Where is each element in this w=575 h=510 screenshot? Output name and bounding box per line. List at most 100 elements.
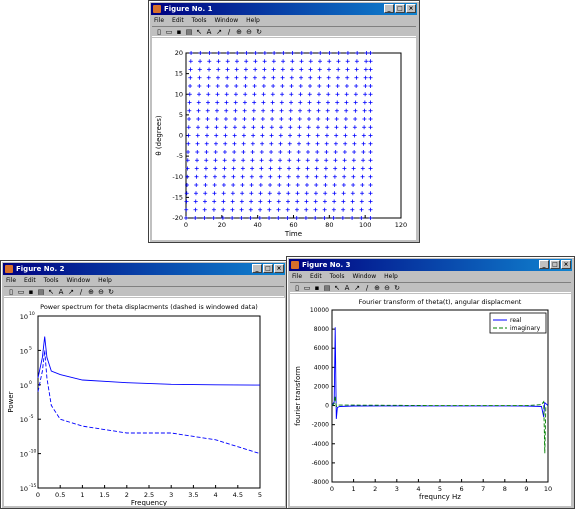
- figure-1-titlebar[interactable]: Figure No. 1 _ □ ×: [151, 3, 417, 15]
- menu-window[interactable]: Window: [352, 272, 376, 281]
- maximize-button[interactable]: □: [395, 4, 405, 13]
- figure-3-titlebar[interactable]: Figure No. 3 _ □ ×: [289, 259, 572, 271]
- x-tick-label: 2: [373, 485, 377, 493]
- insert-arrow-icon[interactable]: ↗: [353, 284, 361, 292]
- figure-2-plot: Power spectrum for theta displacments (d…: [7, 303, 262, 507]
- save-icon[interactable]: ▪: [27, 288, 35, 296]
- y-tick-label: 5: [179, 111, 183, 119]
- y-tick-exponent: 10: [29, 311, 35, 317]
- y-tick-label: -4000: [312, 441, 330, 448]
- axes-box: [331, 309, 549, 483]
- x-tick-label: 3: [169, 491, 173, 499]
- y-tick-label: 10: [20, 347, 28, 355]
- figure-1-canvas: 0 20 40 60 80 100 120 20 15 10 5 0 -5 -10 -15 -20 Time θ …: [152, 38, 416, 240]
- new-figure-icon[interactable]: ▯: [293, 284, 301, 292]
- figure-3-window[interactable]: Figure No. 3 _ □ × File Edit Tools Windo…: [286, 256, 575, 509]
- x-axis-label: Time: [284, 230, 302, 238]
- figure-2-titlebar[interactable]: Figure No. 2 _ □ ×: [3, 263, 285, 275]
- close-button[interactable]: ×: [274, 264, 284, 273]
- save-icon[interactable]: ▪: [175, 28, 183, 36]
- select-arrow-icon[interactable]: ↖: [333, 284, 341, 292]
- x-tick-label: 5: [438, 485, 442, 493]
- y-axis-label: fourier transform: [294, 366, 302, 426]
- open-icon[interactable]: ▭: [165, 28, 173, 36]
- insert-line-icon[interactable]: /: [77, 288, 85, 296]
- print-icon[interactable]: ▤: [37, 288, 45, 296]
- insert-arrow-icon[interactable]: ↗: [67, 288, 75, 296]
- new-figure-icon[interactable]: ▯: [7, 288, 15, 296]
- y-tick-label: 10000: [310, 307, 329, 314]
- figure-1-plot: 0 20 40 60 80 100 120 20 15 10 5 0 -5 -10 -15 -20 Time θ …: [155, 49, 407, 238]
- menu-help[interactable]: Help: [246, 16, 260, 25]
- x-tick-label: 8: [503, 485, 507, 493]
- print-icon[interactable]: ▤: [185, 28, 193, 36]
- y-tick-label: -10: [172, 173, 183, 181]
- insert-arrow-icon[interactable]: ↗: [215, 28, 223, 36]
- minimize-button[interactable]: _: [384, 4, 394, 13]
- y-tick-label: 10: [20, 416, 28, 424]
- menu-tools[interactable]: Tools: [44, 276, 59, 285]
- menu-edit[interactable]: Edit: [310, 272, 322, 281]
- print-icon[interactable]: ▤: [323, 284, 331, 292]
- zoom-in-icon[interactable]: ⊕: [373, 284, 381, 292]
- x-tick-label: 0: [36, 491, 40, 499]
- figure-1-window[interactable]: Figure No. 1 _ □ × File Edit Tools Windo…: [148, 0, 420, 243]
- y-tick-label: 0: [325, 403, 329, 410]
- open-icon[interactable]: ▭: [17, 288, 25, 296]
- menu-edit[interactable]: Edit: [172, 16, 184, 25]
- menu-help[interactable]: Help: [98, 276, 112, 285]
- select-arrow-icon[interactable]: ↖: [195, 28, 203, 36]
- x-tick-label: 1.5: [99, 491, 109, 499]
- zoom-in-icon[interactable]: ⊕: [235, 28, 243, 36]
- x-tick-label: 2: [125, 491, 129, 499]
- y-axis-label: Power: [7, 391, 15, 412]
- menu-file[interactable]: File: [154, 16, 164, 25]
- x-tick-label: 9: [524, 485, 528, 493]
- rotate-icon[interactable]: ↻: [107, 288, 115, 296]
- zoom-out-icon[interactable]: ⊖: [383, 284, 391, 292]
- insert-text-icon[interactable]: A: [343, 284, 351, 292]
- select-arrow-icon[interactable]: ↖: [47, 288, 55, 296]
- zoom-out-icon[interactable]: ⊖: [97, 288, 105, 296]
- x-axis-label: frequncy Hz: [419, 493, 461, 501]
- zoom-in-icon[interactable]: ⊕: [87, 288, 95, 296]
- menu-file[interactable]: File: [292, 272, 302, 281]
- insert-line-icon[interactable]: /: [363, 284, 371, 292]
- insert-line-icon[interactable]: /: [225, 28, 233, 36]
- maximize-button[interactable]: □: [263, 264, 273, 273]
- figure-3-canvas: Fourier transform of theta(t), angular d…: [290, 294, 571, 506]
- menu-window[interactable]: Window: [214, 16, 238, 25]
- menu-tools[interactable]: Tools: [192, 16, 207, 25]
- x-axis-label: Frequency: [131, 499, 167, 506]
- save-icon[interactable]: ▪: [313, 284, 321, 292]
- menu-edit[interactable]: Edit: [24, 276, 36, 285]
- x-tick-label: 60: [289, 221, 297, 229]
- figure-3-title: Figure No. 3: [302, 261, 351, 269]
- menu-help[interactable]: Help: [384, 272, 398, 281]
- y-tick-label: 6000: [314, 345, 329, 352]
- matlab-icon: [153, 5, 161, 13]
- insert-text-icon[interactable]: A: [57, 288, 65, 296]
- new-figure-icon[interactable]: ▯: [155, 28, 163, 36]
- y-tick-exponent: -10: [29, 449, 36, 455]
- figure-2-window[interactable]: Figure No. 2 _ □ × File Edit Tools Windo…: [0, 260, 288, 509]
- rotate-icon[interactable]: ↻: [255, 28, 263, 36]
- y-tick-label: 10: [175, 90, 183, 98]
- close-button[interactable]: ×: [561, 260, 571, 269]
- maximize-button[interactable]: □: [550, 260, 560, 269]
- rotate-icon[interactable]: ↻: [393, 284, 401, 292]
- y-tick-label: 15: [175, 70, 183, 78]
- x-tick-label: 120: [395, 221, 407, 229]
- open-icon[interactable]: ▭: [303, 284, 311, 292]
- figure-3-menubar: File Edit Tools Window Help: [290, 272, 571, 281]
- menu-window[interactable]: Window: [66, 276, 90, 285]
- figure-1-title: Figure No. 1: [164, 5, 213, 13]
- menu-file[interactable]: File: [6, 276, 16, 285]
- zoom-out-icon[interactable]: ⊖: [245, 28, 253, 36]
- menu-tools[interactable]: Tools: [330, 272, 345, 281]
- close-button[interactable]: ×: [406, 4, 416, 13]
- minimize-button[interactable]: _: [252, 264, 262, 273]
- x-tick-label: 3.5: [188, 491, 198, 499]
- minimize-button[interactable]: _: [539, 260, 549, 269]
- insert-text-icon[interactable]: A: [205, 28, 213, 36]
